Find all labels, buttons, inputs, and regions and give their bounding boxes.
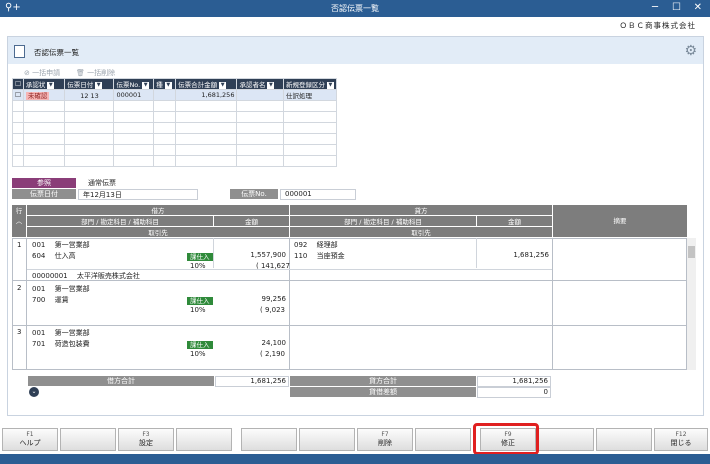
f1-help-button[interactable]: F1 ヘルプ	[2, 428, 58, 451]
row-checkbox[interactable]: ☐	[12, 89, 24, 101]
col-reg[interactable]: 新規登録区分 ▼	[282, 78, 338, 90]
f6-button[interactable]	[299, 428, 355, 451]
credit-dept-header: 部門 / 勘定科目 / 補助科目	[290, 216, 476, 226]
tax-rate: 10%	[190, 350, 206, 358]
minimize-icon[interactable]: ─	[652, 2, 658, 13]
tax-amount: ( 2,190	[260, 350, 285, 358]
partner[interactable]: 00000001 太平洋販売株式会社	[32, 271, 140, 281]
ref-label: 参照	[12, 178, 76, 188]
col-type[interactable]: 種 ▼	[153, 78, 177, 90]
credit-partner-header: 取引先	[290, 227, 552, 237]
debit-amount[interactable]: 1,557,900	[214, 251, 286, 259]
col-date[interactable]: 伝票日付 ▼	[64, 78, 115, 90]
credit-account[interactable]: 110 当座預金	[294, 251, 345, 261]
table-row[interactable]: ☐ 未確認 12 13 000001 1,681,256 仕訳処理	[12, 89, 338, 101]
f4-button[interactable]	[176, 428, 232, 451]
maximize-icon[interactable]: ☐	[672, 2, 681, 13]
status-bar	[0, 454, 710, 464]
tax-badge: 課仕入	[187, 339, 213, 349]
debit-dept[interactable]: 001 第一営業部	[32, 240, 90, 250]
debit-dept[interactable]: 001 第一営業部	[32, 328, 90, 338]
f12-close-button[interactable]: F12 閉じる	[654, 428, 708, 451]
f2-button[interactable]	[60, 428, 116, 451]
memo-header: 摘要	[553, 205, 687, 237]
window-title: 否認伝票一覧	[331, 4, 379, 13]
ref-value: 通常伝票	[88, 179, 116, 187]
col-no[interactable]: 伝票No. ▼	[113, 78, 155, 90]
credit-amount-header: 金額	[477, 216, 552, 226]
voucher-no-label: 伝票No.	[230, 189, 278, 199]
highlight-box	[473, 423, 539, 455]
status-badge: 未確認	[25, 92, 50, 100]
journal-body	[12, 238, 687, 370]
f11-button[interactable]	[596, 428, 652, 451]
voucher-list-table: ☐ 承認状 ▼ 伝票日付 ▼ 伝票No. ▼ 種 ▼ 伝票合計金額 ▼ 承認者名 ▼ 新規登…	[12, 78, 338, 167]
credit-amount[interactable]: 1,681,256	[477, 251, 549, 259]
title-bar: ⚲+ 否認伝票一覧 ─ ☐ ✕	[0, 0, 710, 17]
credit-total-label: 貸方合計	[290, 376, 476, 386]
debit-amount[interactable]: 24,100	[214, 339, 287, 347]
f3-settings-button[interactable]: F3 設定	[118, 428, 174, 451]
gear-icon[interactable]: ⚙	[684, 43, 697, 59]
debit-partner-header: 取引先	[27, 227, 289, 237]
panel-header: 否認伝票一覧 ⚙	[8, 37, 703, 64]
col-approver[interactable]: 承認者名 ▼	[236, 78, 284, 90]
credit-dept[interactable]: 092 経理部	[294, 240, 338, 250]
tax-badge: 課仕入	[187, 295, 213, 305]
close-icon[interactable]: ✕	[694, 2, 702, 13]
tax-badge: 課仕入	[187, 251, 213, 261]
debit-dept-header: 部門 / 勘定科目 / 補助科目	[27, 216, 213, 226]
diff-value: 0	[477, 387, 551, 398]
voucher-no-field[interactable]: 000001	[280, 189, 356, 200]
row-number: 3	[17, 328, 22, 336]
credit-header: 貸方	[290, 205, 552, 215]
f8-button[interactable]	[415, 428, 471, 451]
select-all-checkbox[interactable]: ☐	[12, 78, 24, 90]
panel-title: 否認伝票一覧	[34, 48, 79, 57]
debit-amount-header: 金額	[214, 216, 289, 226]
debit-dept[interactable]: 001 第一営業部	[32, 284, 90, 294]
col-status[interactable]: 承認状 ▼	[22, 78, 66, 90]
bulk-apply-link[interactable]: ⊘ 一括申請	[24, 68, 60, 78]
debit-amount[interactable]: 99,256	[214, 295, 287, 303]
date-field[interactable]: 年12月13日	[78, 189, 198, 200]
f5-button[interactable]	[241, 428, 297, 451]
row-header: 行 ︿	[12, 205, 26, 237]
debit-account[interactable]: 604 仕入高	[32, 251, 76, 261]
debit-account[interactable]: 701 荷造包装費	[32, 339, 90, 349]
debit-total: 1,681,256	[215, 376, 289, 387]
bulk-delete-link[interactable]: 🗑 一括削除	[76, 68, 115, 78]
date-label: 伝票日付	[12, 189, 76, 199]
row-number: 2	[17, 284, 22, 292]
document-icon	[14, 45, 25, 58]
f10-button[interactable]	[538, 428, 594, 451]
debit-account[interactable]: 700 運賃	[32, 295, 69, 305]
expand-icon[interactable]: ⌄	[29, 387, 39, 397]
diff-label: 貸借差額	[290, 387, 476, 397]
company-name: ＯＢＣ商事株式会社	[619, 21, 696, 30]
tax-rate: 10%	[190, 306, 206, 314]
col-amount[interactable]: 伝票合計金額 ▼	[175, 78, 238, 90]
scrollbar[interactable]	[687, 238, 696, 370]
tax-amount: ( 9,023	[260, 306, 285, 314]
debit-header: 借方	[27, 205, 289, 215]
f7-delete-button[interactable]: F7 削除	[357, 428, 413, 451]
row-number: 1	[17, 241, 22, 249]
credit-total: 1,681,256	[477, 376, 551, 387]
debit-total-label: 借方合計	[28, 376, 214, 386]
